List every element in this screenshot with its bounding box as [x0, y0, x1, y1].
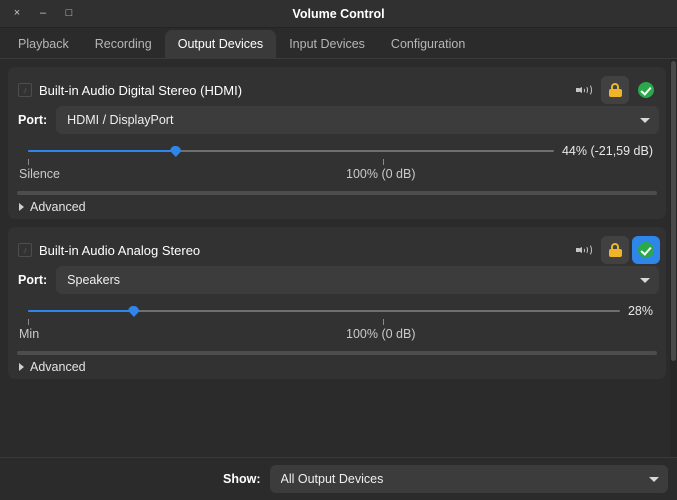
slider-labels: Silence 100% (0 dB): [16, 167, 658, 185]
check-circle-icon: [638, 242, 654, 258]
lock-volume-button[interactable]: [601, 76, 629, 104]
scrollbar-thumb[interactable]: [671, 61, 676, 361]
port-label: Port:: [18, 273, 48, 287]
device-buttons: [570, 236, 660, 264]
maximize-icon[interactable]: □: [56, 3, 82, 25]
volume-row: 44% (-21,59 dB): [8, 143, 666, 159]
device-card: ♪ Built-in Audio Digital Stereo (HDMI) P…: [8, 67, 666, 219]
minimize-icon[interactable]: –: [30, 3, 56, 25]
volume-block: 28% Min 100% (0 dB): [8, 294, 666, 345]
advanced-expander[interactable]: Advanced: [8, 195, 666, 219]
port-label: Port:: [18, 113, 48, 127]
tab-output-devices[interactable]: Output Devices: [164, 30, 277, 58]
slider-min-label: Min: [19, 327, 40, 341]
slider-labels: Min 100% (0 dB): [16, 327, 658, 345]
show-value: All Output Devices: [280, 472, 384, 486]
lock-icon: [608, 243, 622, 257]
slider-min-label: Silence: [19, 167, 60, 181]
device-name: Built-in Audio Digital Stereo (HDMI): [39, 82, 243, 98]
title-bar: × – □ Volume Control: [0, 0, 677, 28]
device-card: ♪ Built-in Audio Analog Stereo Port: Spe…: [8, 227, 666, 379]
tab-input-devices[interactable]: Input Devices: [276, 30, 378, 58]
advanced-expander[interactable]: Advanced: [8, 355, 666, 379]
chevron-right-icon: [19, 203, 24, 211]
speaker-icon: [575, 83, 593, 97]
tab-recording[interactable]: Recording: [82, 30, 165, 58]
slider-fill: [28, 310, 134, 312]
volume-slider[interactable]: [28, 303, 620, 319]
chevron-down-icon: [649, 476, 659, 482]
lock-icon: [608, 83, 622, 97]
mute-button[interactable]: [570, 76, 598, 104]
volume-control-window: × – □ Volume Control Playback Recording …: [0, 0, 677, 500]
window-title: Volume Control: [292, 6, 385, 21]
set-default-button[interactable]: [632, 236, 660, 264]
device-list: ♪ Built-in Audio Digital Stereo (HDMI) P…: [0, 59, 677, 457]
port-select[interactable]: HDMI / DisplayPort: [56, 106, 659, 134]
port-row: Port: Speakers: [16, 266, 659, 294]
slider-fill: [28, 150, 176, 152]
port-select[interactable]: Speakers: [56, 266, 659, 294]
vertical-scrollbar[interactable]: [670, 59, 677, 457]
tick-min: [28, 319, 29, 325]
close-icon[interactable]: ×: [4, 3, 30, 25]
advanced-label: Advanced: [30, 200, 86, 214]
check-circle-icon: [638, 82, 654, 98]
port-value: Speakers: [67, 273, 120, 287]
volume-slider[interactable]: [28, 143, 554, 159]
advanced-label: Advanced: [30, 360, 86, 374]
volume-value: 28%: [627, 304, 653, 318]
volume-row: 28%: [8, 303, 666, 319]
device-name: Built-in Audio Analog Stereo: [39, 242, 201, 258]
show-select[interactable]: All Output Devices: [269, 465, 668, 493]
tab-configuration[interactable]: Configuration: [378, 30, 478, 58]
chevron-down-icon: [640, 117, 650, 123]
port-value: HDMI / DisplayPort: [67, 113, 174, 127]
tab-playback[interactable]: Playback: [5, 30, 82, 58]
tick-max: [383, 319, 384, 325]
tick-min: [28, 159, 29, 165]
set-default-button[interactable]: [632, 76, 660, 104]
speaker-icon: [575, 243, 593, 257]
slider-max-label: 100% (0 dB): [346, 167, 416, 181]
port-row: Port: HDMI / DisplayPort: [16, 106, 659, 134]
chevron-right-icon: [19, 363, 24, 371]
show-label: Show:: [223, 472, 261, 486]
tab-bar: Playback Recording Output Devices Input …: [0, 28, 677, 59]
mute-button[interactable]: [570, 236, 598, 264]
chevron-down-icon: [640, 277, 650, 283]
slider-ticks: [28, 319, 658, 327]
slider-thumb[interactable]: [170, 146, 182, 157]
volume-value: 44% (-21,59 dB): [561, 144, 653, 158]
lock-volume-button[interactable]: [601, 236, 629, 264]
slider-ticks: [28, 159, 658, 167]
device-header: ♪ Built-in Audio Digital Stereo (HDMI): [8, 75, 666, 105]
device-buttons: [570, 76, 660, 104]
footer-bar: Show: All Output Devices: [0, 457, 677, 500]
volume-block: 44% (-21,59 dB) Silence 100% (0 dB): [8, 134, 666, 185]
window-controls: × – □: [0, 3, 82, 25]
tick-max: [383, 159, 384, 165]
slider-max-label: 100% (0 dB): [346, 327, 416, 341]
audio-card-icon: ♪: [18, 243, 32, 257]
slider-thumb[interactable]: [128, 306, 140, 317]
audio-card-icon: ♪: [18, 83, 32, 97]
device-header: ♪ Built-in Audio Analog Stereo: [8, 235, 666, 265]
